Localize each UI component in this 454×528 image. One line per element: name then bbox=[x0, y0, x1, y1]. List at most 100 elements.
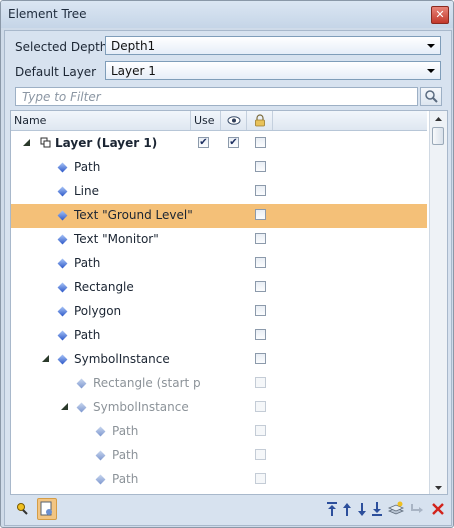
element-diamond-icon bbox=[57, 186, 68, 197]
sync-selection-button[interactable] bbox=[37, 498, 57, 520]
lock-checkbox[interactable] bbox=[255, 401, 266, 412]
selected-depth-label: Selected Depth bbox=[15, 40, 108, 54]
tree-row[interactable]: Rectangle (start p bbox=[11, 372, 427, 396]
tree-row-label: Path bbox=[112, 424, 139, 438]
tree-row[interactable]: Line bbox=[11, 180, 427, 204]
magnifier-icon bbox=[425, 90, 438, 103]
tree-row-selected[interactable]: Text "Ground Level" bbox=[11, 204, 427, 228]
element-diamond-icon bbox=[76, 378, 87, 389]
lock-checkbox[interactable] bbox=[255, 233, 266, 244]
tree-row-label: Text "Monitor" bbox=[74, 232, 159, 246]
content-panel: Selected Depth Depth1 Default Layer Laye… bbox=[4, 30, 452, 526]
element-diamond-icon bbox=[57, 162, 68, 173]
vertical-scrollbar[interactable] bbox=[429, 111, 447, 494]
column-name[interactable]: Name bbox=[11, 111, 191, 130]
footer-toolbar bbox=[10, 496, 446, 524]
tree-row-label: Text "Ground Level" bbox=[74, 208, 193, 222]
lock-checkbox[interactable] bbox=[255, 305, 266, 316]
move-to-bottom-button[interactable] bbox=[368, 498, 386, 520]
scroll-down-button[interactable] bbox=[430, 480, 447, 494]
tree-row[interactable]: SymbolInstance bbox=[11, 396, 427, 420]
element-diamond-icon bbox=[76, 402, 87, 413]
column-use[interactable]: Use bbox=[191, 111, 221, 130]
tree-row-label: SymbolInstance bbox=[93, 400, 189, 414]
lock-checkbox[interactable] bbox=[255, 473, 266, 484]
element-diamond-icon bbox=[57, 330, 68, 341]
lock-checkbox[interactable] bbox=[255, 329, 266, 340]
selected-depth-dropdown[interactable]: Depth1 bbox=[105, 36, 441, 55]
filter-search-button[interactable] bbox=[420, 87, 442, 106]
expand-arrow-icon[interactable] bbox=[23, 139, 30, 146]
lock-checkbox[interactable] bbox=[255, 281, 266, 292]
expand-arrow-icon[interactable] bbox=[42, 355, 49, 362]
tree-row[interactable]: SymbolInstance bbox=[11, 348, 427, 372]
lock-checkbox[interactable] bbox=[255, 449, 266, 460]
visibility-checkbox[interactable]: ✔ bbox=[228, 137, 239, 148]
expand-arrow-icon[interactable] bbox=[61, 403, 68, 410]
scroll-thumb[interactable] bbox=[432, 127, 444, 145]
chevron-down-icon bbox=[427, 69, 435, 73]
tree-row[interactable]: Path bbox=[11, 420, 427, 444]
delete-button[interactable] bbox=[429, 498, 447, 520]
element-diamond-icon bbox=[57, 282, 68, 293]
move-top-icon bbox=[327, 502, 337, 516]
tree-row[interactable]: Path bbox=[11, 324, 427, 348]
tree-row-label: Path bbox=[74, 256, 101, 270]
default-layer-label: Default Layer bbox=[15, 65, 97, 79]
element-diamond-icon bbox=[95, 450, 106, 461]
filter-placeholder: Type to Filter bbox=[22, 90, 101, 104]
tree-row[interactable]: Rectangle bbox=[11, 276, 427, 300]
tree-row[interactable]: Path bbox=[11, 444, 427, 468]
default-layer-dropdown[interactable]: Layer 1 bbox=[105, 61, 441, 80]
tree-row-label: Path bbox=[74, 160, 101, 174]
lock-checkbox[interactable] bbox=[255, 137, 266, 148]
tree-row[interactable]: Text "Monitor" bbox=[11, 228, 427, 252]
element-diamond-icon bbox=[57, 234, 68, 245]
arrow-down-icon bbox=[358, 503, 366, 516]
use-checkbox[interactable]: ✔ bbox=[198, 137, 209, 148]
add-layer-button[interactable] bbox=[387, 498, 405, 520]
lock-checkbox[interactable] bbox=[255, 185, 266, 196]
lock-checkbox[interactable] bbox=[255, 161, 266, 172]
element-diamond-icon bbox=[57, 258, 68, 269]
element-diamond-icon bbox=[95, 474, 106, 485]
lock-checkbox[interactable] bbox=[255, 425, 266, 436]
column-lock[interactable] bbox=[247, 111, 273, 130]
tree-row[interactable]: Path bbox=[11, 252, 427, 276]
element-tree: Name Use Layer (Layer 1) ✔ ✔ Path Line T… bbox=[10, 110, 448, 495]
chevron-up-icon bbox=[435, 117, 442, 121]
stacked-layers-icon bbox=[387, 501, 405, 515]
tree-row[interactable]: Path bbox=[11, 156, 427, 180]
lock-checkbox[interactable] bbox=[255, 209, 266, 220]
move-into-button[interactable] bbox=[408, 498, 426, 520]
tree-row-label: Layer (Layer 1) bbox=[55, 136, 158, 150]
window-title: Element Tree bbox=[8, 7, 87, 21]
locate-element-button[interactable] bbox=[14, 498, 32, 520]
tree-row-label: Path bbox=[112, 472, 139, 486]
tree-row-layer[interactable]: Layer (Layer 1) ✔ ✔ bbox=[11, 132, 427, 156]
scroll-up-button[interactable] bbox=[430, 111, 447, 125]
tree-row-label: Line bbox=[74, 184, 100, 198]
lock-checkbox[interactable] bbox=[255, 377, 266, 388]
lock-checkbox[interactable] bbox=[255, 353, 266, 364]
indent-arrow-icon bbox=[411, 504, 423, 513]
arrow-up-icon bbox=[343, 503, 351, 516]
element-diamond-icon bbox=[57, 354, 68, 365]
eye-icon bbox=[227, 116, 241, 125]
chevron-down-icon bbox=[435, 486, 442, 490]
default-layer-value: Layer 1 bbox=[111, 64, 156, 78]
element-diamond-icon bbox=[95, 426, 106, 437]
title-bar[interactable]: Element Tree ✕ bbox=[1, 1, 453, 28]
tree-row-label: Path bbox=[112, 448, 139, 462]
tree-row[interactable]: Path bbox=[11, 468, 427, 492]
chevron-down-icon bbox=[427, 44, 435, 48]
lock-checkbox[interactable] bbox=[255, 257, 266, 268]
column-visibility[interactable] bbox=[221, 111, 247, 130]
tree-row-label: Rectangle (start p bbox=[93, 376, 201, 390]
tree-row-label: Polygon bbox=[74, 304, 122, 318]
close-button[interactable]: ✕ bbox=[431, 6, 449, 24]
pin-icon bbox=[17, 503, 28, 515]
tree-row[interactable]: Polygon bbox=[11, 300, 427, 324]
tree-row-label: Path bbox=[74, 328, 101, 342]
filter-input[interactable]: Type to Filter bbox=[15, 87, 418, 106]
